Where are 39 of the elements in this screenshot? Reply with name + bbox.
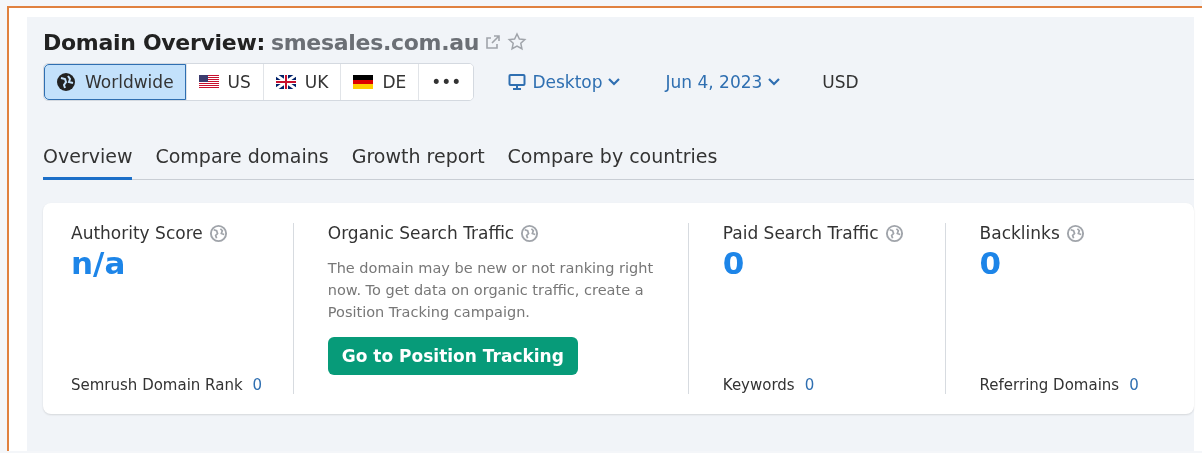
tab[interactable]: Overview (43, 145, 133, 180)
metric-link[interactable]: 0 (252, 376, 263, 394)
region-button[interactable]: Worldwide (44, 64, 186, 100)
globe-icon (884, 223, 904, 243)
external-link-icon[interactable] (485, 34, 502, 50)
flag-icon (275, 75, 296, 89)
device-dropdown[interactable]: Desktop (508, 72, 621, 92)
metric-value: 0 (722, 245, 746, 281)
star-icon[interactable] (507, 32, 528, 52)
chevron-down-icon (608, 78, 621, 86)
metric-title: Organic Search Traffic (327, 223, 515, 243)
metric-link[interactable]: 0 (804, 376, 815, 394)
chevron-down-icon (768, 78, 781, 86)
info-message: The domain may be new or not ranking right now. To get data on organic traffic, create a Position Tracking campaign. (327, 259, 655, 322)
metric-link[interactable]: 0 (1129, 376, 1139, 394)
flag-icon (198, 75, 219, 89)
page-title: Domain Overview: (43, 29, 265, 55)
position-tracking-button[interactable]: Go to Position Tracking (327, 337, 578, 375)
metric-value: 0 (979, 245, 1003, 281)
metric-label: Keywords (722, 376, 795, 394)
flag-icon (353, 75, 374, 89)
tab[interactable]: Growth report (351, 145, 485, 180)
globe-icon (1065, 223, 1085, 243)
metric-title: Backlinks (979, 223, 1060, 243)
region-button[interactable]: ••• (418, 64, 474, 100)
globe-icon (520, 223, 540, 243)
globe-icon (208, 223, 228, 243)
date-dropdown[interactable]: Jun 4, 2023 (665, 72, 781, 92)
metric-value: n/a (71, 245, 127, 281)
tab[interactable]: Compare by countries (507, 145, 718, 180)
globe-icon (56, 72, 76, 92)
metric-title: Paid Search Traffic (722, 223, 879, 243)
metric-label: Semrush Domain Rank (71, 376, 243, 394)
metric-label: Referring Domains (979, 376, 1120, 394)
monitor-icon (508, 73, 527, 91)
currency-label: USD (822, 72, 859, 92)
metric-title: Authority Score (71, 223, 203, 243)
domain-name: smesales.com.au (270, 29, 480, 55)
tab[interactable]: Compare domains (155, 145, 329, 180)
